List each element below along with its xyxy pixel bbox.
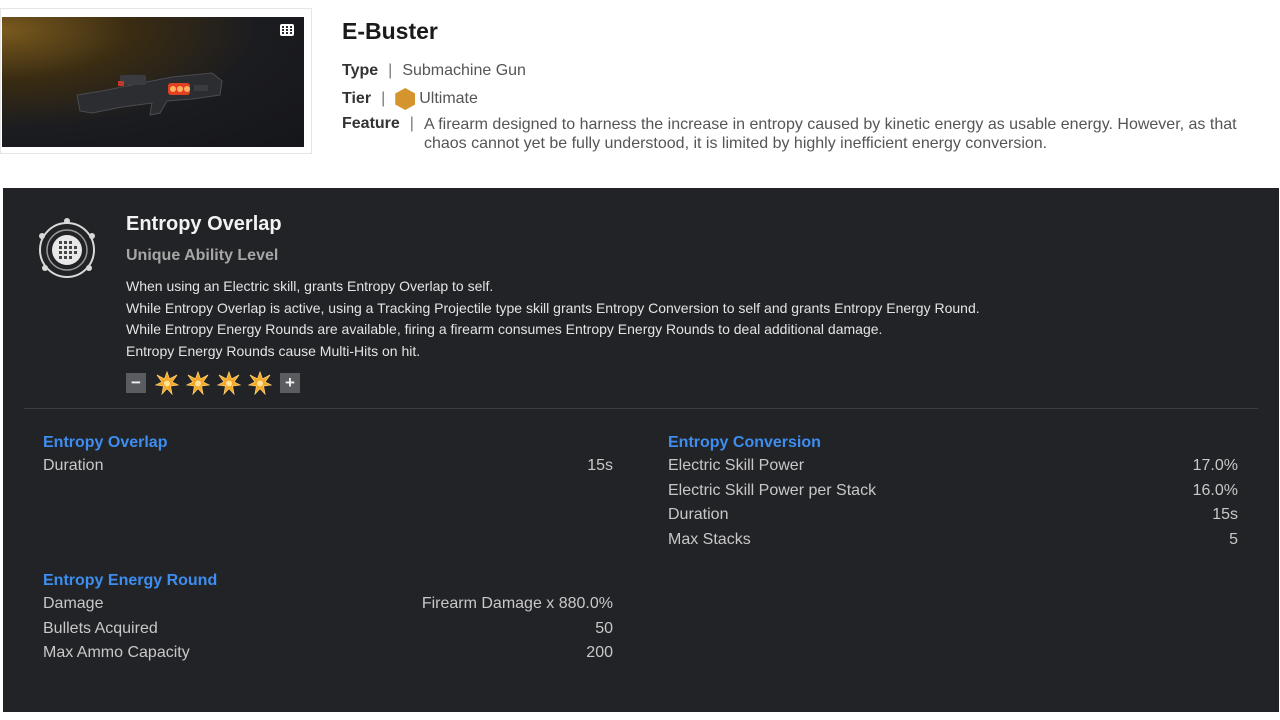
tier-hexagon-icon	[395, 88, 416, 110]
level-decrease-button[interactable]: −	[126, 373, 146, 393]
stat-group-entropy-energy-round: Entropy Energy Round Damage Firearm Dama…	[43, 569, 613, 666]
stat-label: Max Stacks	[668, 531, 751, 549]
stat-value: 15s	[1212, 506, 1238, 524]
stat-row: Duration 15s	[668, 503, 1238, 528]
stat-row: Duration 15s	[43, 454, 613, 479]
stat-label: Bullets Acquired	[43, 619, 158, 637]
stat-row: Damage Firearm Damage x 880.0%	[43, 592, 613, 617]
stat-row: Max Ammo Capacity 200	[43, 641, 613, 666]
gun-illustration	[76, 72, 223, 116]
type-label: Type	[342, 62, 379, 79]
burst-icon	[155, 371, 179, 395]
description-line: While Entropy Energy Rounds are availabl…	[126, 321, 883, 338]
type-value: Submachine Gun	[402, 62, 526, 79]
item-name: E-Buster	[342, 18, 438, 44]
feature-label: Feature	[342, 115, 400, 132]
level-increase-button[interactable]: +	[280, 373, 300, 393]
stat-group-title: Entropy Overlap	[43, 434, 168, 451]
stat-label: Electric Skill Power	[668, 457, 805, 474]
weapon-image-frame	[0, 8, 312, 154]
stat-value: 50	[595, 619, 613, 637]
stat-value: 5	[1229, 531, 1238, 549]
tier-value: Ultimate	[419, 90, 478, 107]
level-selector: − +	[126, 371, 300, 395]
stat-group-entropy-overlap: Entropy Overlap Duration 15s	[43, 431, 613, 479]
separator: |	[381, 90, 386, 107]
stat-row: Electric Skill Power per Stack 16.0%	[668, 479, 1238, 504]
stat-value: 16.0%	[1192, 481, 1238, 499]
burst-icon	[217, 371, 241, 395]
burst-icon	[186, 371, 210, 395]
description-line: Entropy Energy Rounds cause Multi-Hits o…	[126, 343, 421, 360]
entropy-overlap-icon	[39, 218, 95, 278]
stat-value: Firearm Damage x 880.0%	[421, 595, 613, 612]
stat-row: Bullets Acquired 50	[43, 617, 613, 642]
ability-level-subtitle: Unique Ability Level	[126, 247, 279, 264]
type-row: Type | Submachine Gun	[342, 62, 526, 80]
stat-group-entropy-conversion: Entropy Conversion Electric Skill Power …	[668, 431, 1238, 553]
ability-description: When using an Electric skill, grants Ent…	[126, 276, 1126, 363]
description-line: While Entropy Overlap is active, using a…	[126, 299, 980, 316]
stat-label: Max Ammo Capacity	[43, 644, 190, 662]
stat-label: Electric Skill Power per Stack	[668, 481, 877, 499]
stat-label: Damage	[43, 595, 104, 612]
stat-value: 15s	[587, 457, 613, 474]
stat-group-title: Entropy Energy Round	[43, 572, 218, 589]
stat-row: Max Stacks 5	[668, 528, 1238, 553]
ability-panel: Entropy Overlap Unique Ability Level Whe…	[3, 188, 1279, 712]
feature-description: A firearm designed to harness the increa…	[423, 116, 1237, 152]
separator: |	[388, 62, 393, 79]
burst-icon	[248, 371, 272, 395]
stat-label: Duration	[668, 506, 729, 524]
feature-row: Feature | A firearm designed to harness …	[342, 115, 1274, 153]
separator: |	[409, 115, 414, 132]
grid-icon	[280, 24, 294, 36]
tier-row: Tier | Ultimate	[342, 88, 478, 110]
stat-group-title: Entropy Conversion	[668, 434, 821, 451]
weapon-image	[2, 17, 304, 147]
stat-row: Electric Skill Power 17.0%	[668, 454, 1238, 479]
stat-value: 17.0%	[1192, 457, 1238, 474]
tier-label: Tier	[342, 90, 372, 107]
divider	[24, 408, 1258, 409]
ability-name: Entropy Overlap	[126, 213, 282, 235]
stat-value: 200	[586, 644, 613, 662]
stat-label: Duration	[43, 457, 104, 474]
description-line: When using an Electric skill, grants Ent…	[126, 278, 494, 294]
